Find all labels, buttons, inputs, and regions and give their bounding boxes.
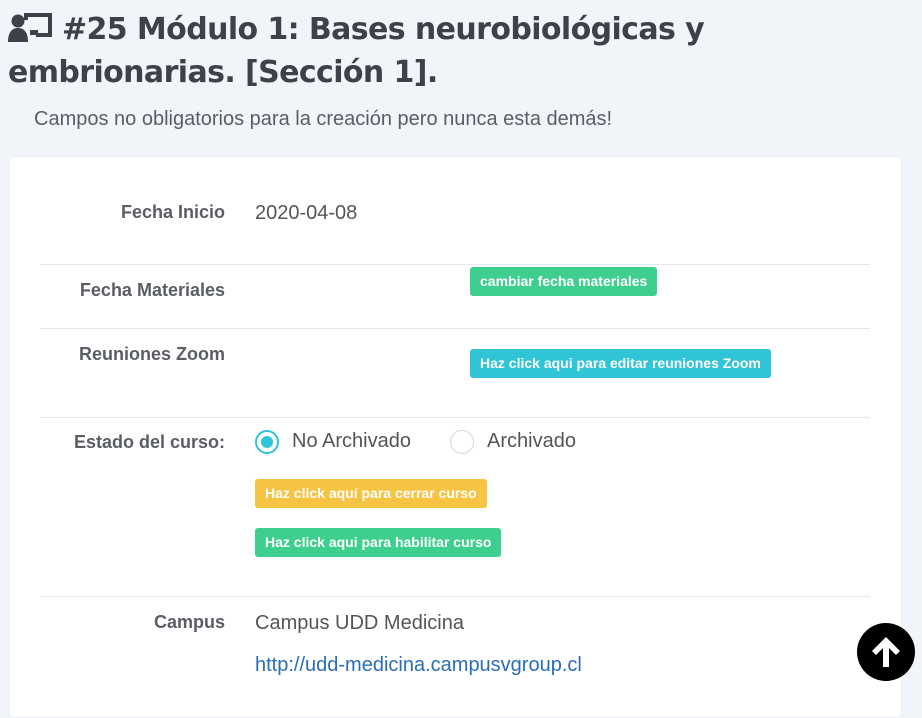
enable-course-button[interactable]: Haz click aqui para habilitar curso (255, 528, 502, 557)
radio-archivado-label[interactable]: Archivado (487, 430, 576, 453)
campus-label: Campus (153, 612, 225, 632)
row-fecha-inicio: Fecha Inicio 2020-04-08 (40, 157, 870, 264)
course-detail-card: Fecha Inicio 2020-04-08 Fecha Materiales… (10, 157, 901, 717)
fecha-inicio-value: 2020-04-08 (255, 202, 358, 224)
change-materials-date-button[interactable]: cambiar fecha materiales (470, 267, 658, 296)
fecha-materiales-label: Fecha Materiales (79, 280, 225, 300)
reuniones-zoom-label: Reuniones Zoom (78, 344, 225, 364)
chalkboard-teacher-icon (8, 9, 54, 43)
row-campus: Campus Campus UDD Medicina http://udd-me… (40, 596, 870, 718)
campus-name: Campus UDD Medicina (255, 612, 464, 634)
page-title-text: #25 Módulo 1: Bases neurobiológicas y em… (8, 12, 705, 90)
fecha-inicio-label: Fecha Inicio (120, 202, 225, 222)
radio-archivado[interactable] (450, 430, 474, 454)
estado-curso-label: Estado del curso: (73, 432, 225, 452)
scroll-to-top-button[interactable] (857, 623, 915, 681)
arrow-up-icon (872, 637, 900, 667)
radio-no-archivado-label[interactable]: No Archivado (292, 430, 411, 453)
row-fecha-materiales: Fecha Materiales cambiar fecha materiale… (40, 264, 870, 329)
radio-no-archivado[interactable] (255, 430, 279, 454)
page-title: #25 Módulo 1: Bases neurobiológicas y em… (8, 8, 913, 94)
campus-url-link[interactable]: http://udd-medicina.campusvgroup.cl (255, 654, 582, 677)
edit-zoom-meetings-button[interactable]: Haz click aqui para editar reuniones Zoo… (470, 349, 771, 378)
row-estado-curso: Estado del curso: No Archivado Archivado… (40, 417, 870, 597)
page-subtitle: Campos no obligatorios para la creación … (34, 108, 613, 130)
row-reuniones-zoom: Reuniones Zoom Haz click aqui para edita… (40, 328, 870, 418)
close-course-button[interactable]: Haz click aquí para cerrar curso (255, 479, 487, 508)
